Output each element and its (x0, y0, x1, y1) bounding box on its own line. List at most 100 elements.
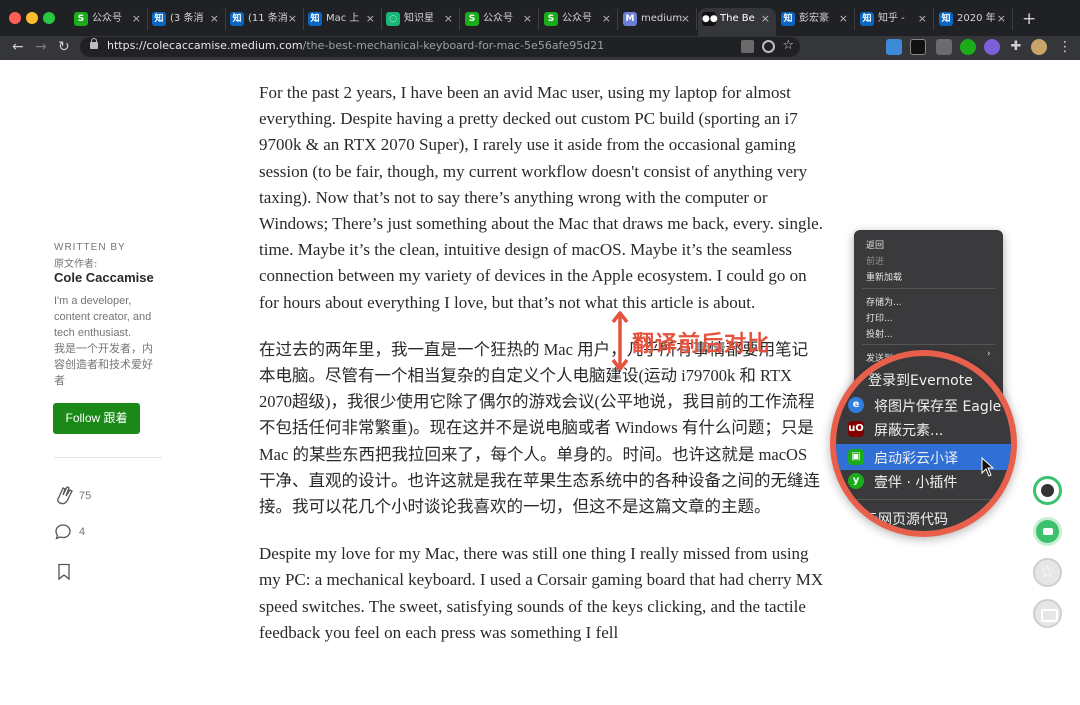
page-content: WRITTEN BY 原文作者: Cole Caccamise I'm a de… (0, 60, 1080, 705)
tab-favicon-icon: S (544, 12, 558, 26)
new-tab-button[interactable]: + (1022, 8, 1036, 30)
sidebar-divider (54, 457, 162, 458)
tab-close-icon[interactable]: × (602, 8, 611, 30)
comments-button[interactable]: 4 (54, 523, 85, 545)
bookmark-star-icon[interactable]: ☆ (782, 38, 794, 53)
tab-favicon-icon: ◌ (386, 12, 400, 26)
address-bar[interactable]: https://colecaccamise.medium.com/the-bes… (80, 37, 800, 57)
yiban-extension-icon[interactable] (960, 39, 976, 55)
tab-1[interactable]: S 公众号 × (70, 8, 148, 30)
star-float-button[interactable]: ☆ (1033, 558, 1062, 587)
lock-icon (90, 38, 98, 49)
menu-item-view-source[interactable]: 示网页源代码 (864, 509, 948, 529)
star-icon: ☆ (1039, 562, 1056, 582)
puzzle-extensions-icon[interactable]: ✚ (1008, 39, 1024, 55)
browser-toolbar: ← → ↻ https://colecaccamise.medium.com/t… (0, 36, 1080, 60)
download-extension-icon[interactable] (886, 39, 902, 55)
article-paragraph-en-2: Despite my love for my Mac, there was st… (259, 544, 824, 642)
tab-close-icon[interactable]: × (761, 8, 770, 30)
menu-item-cast[interactable]: 投射... (866, 327, 893, 340)
follow-button[interactable]: Follow 跟着 (53, 403, 140, 434)
tab-10[interactable]: 知彭宏豪 × (777, 8, 855, 30)
tab-9[interactable]: ●● The Be × (698, 8, 776, 36)
mouse-cursor-icon (981, 457, 995, 477)
tab-2[interactable]: 知 (3 条消 × (148, 8, 226, 30)
zoom-window-button[interactable] (43, 12, 55, 24)
comment-icon (55, 524, 71, 540)
article-paragraph-zh: 在过去的两年里，我一直是一个狂热的 Mac 用户，几乎所有事情都要用笔记本电脑。… (259, 339, 820, 517)
tab-favicon-icon: M (623, 12, 637, 26)
tab-label: 知乎 - (878, 13, 905, 24)
tab-5[interactable]: ◌ 知识星 × (382, 8, 460, 30)
menu-item-caiyun-translate[interactable]: 启动彩云小译 (874, 448, 958, 468)
tab-3[interactable]: 知 (11 条消 × (226, 8, 304, 30)
menu-item-reload[interactable]: 重新加载 (866, 270, 902, 283)
screen-float-button[interactable] (1033, 599, 1062, 628)
tab-label: 知识星 (404, 13, 434, 24)
tab-close-icon[interactable]: × (210, 8, 219, 30)
menu-item-save-as[interactable]: 存储为... (866, 295, 902, 308)
forward-arrow-icon[interactable]: → (35, 38, 47, 56)
article-body: For the past 2 years, I have been an avi… (259, 80, 824, 667)
reload-icon[interactable]: ↻ (58, 38, 70, 56)
magnifier-zoom: 登录到Evernote e 将图片保存至 Eagle uO 屏蔽元素... ▣ … (830, 350, 1017, 537)
menu-divider (836, 499, 1011, 500)
tab-label: 公众号 (562, 13, 592, 24)
url-text[interactable]: https://colecaccamise.medium.com/the-bes… (107, 39, 604, 52)
tab-11[interactable]: 知知乎 - × (856, 8, 934, 30)
close-window-button[interactable] (9, 12, 21, 24)
tab-label: 公众号 (92, 13, 122, 24)
menu-item-evernote[interactable]: 登录到Evernote (868, 370, 973, 390)
tab-favicon-icon: 知 (152, 12, 166, 26)
tab-label: The Be (720, 13, 755, 24)
glasses-extension-icon[interactable] (910, 39, 926, 55)
tab-close-icon[interactable]: × (366, 8, 375, 30)
back-arrow-icon[interactable]: ← (12, 38, 24, 56)
bookmark-icon (58, 563, 70, 581)
tab-close-icon[interactable]: × (523, 8, 532, 30)
menu-item-eagle[interactable]: 将图片保存至 Eagle (874, 396, 1001, 416)
extension-icon[interactable] (936, 39, 952, 55)
tab-close-icon[interactable]: × (918, 8, 927, 30)
tab-label: (3 条消 (170, 13, 204, 24)
tab-12[interactable]: 知 2020 年 × (935, 8, 1013, 30)
menu-item-block-element[interactable]: 屏蔽元素... (874, 420, 943, 440)
bookmark-button[interactable] (57, 563, 71, 585)
avatar-float-button[interactable] (1033, 476, 1062, 505)
color-extension-icon[interactable] (984, 39, 1000, 55)
tab-favicon-icon: 知 (230, 12, 244, 26)
minimize-window-button[interactable] (26, 12, 38, 24)
tab-label: medium (641, 13, 683, 24)
more-menu-icon[interactable]: ⋮ (1058, 38, 1072, 56)
clap-icon (57, 486, 73, 505)
translate-icon[interactable] (741, 40, 754, 53)
tab-close-icon[interactable]: × (444, 8, 453, 30)
tab-close-icon[interactable]: × (132, 8, 141, 30)
menu-item-yiban[interactable]: 壹伴 · 小插件 (874, 472, 957, 492)
tab-8[interactable]: Mmedium × (619, 8, 697, 30)
tab-close-icon[interactable]: × (681, 8, 690, 30)
clap-button[interactable]: 75 (54, 484, 91, 510)
menu-item-forward[interactable]: 前进 (866, 254, 884, 267)
tab-label: 2020 年 (957, 13, 996, 24)
tab-bar: S 公众号 × 知 (3 条消 × 知 (11 条消 × 知 Mac 上 × ◌ 知识星 × S 公众号 × S 公众… (0, 0, 1080, 36)
menu-item-back[interactable]: 返回 (866, 238, 884, 251)
tab-favicon-icon: ●● (702, 12, 718, 26)
chevron-right-icon: › (987, 349, 991, 359)
chat-float-button[interactable] (1033, 517, 1062, 546)
tab-label: (11 条消 (248, 13, 288, 24)
tab-close-icon[interactable]: × (839, 8, 848, 30)
double-arrow-icon (611, 311, 629, 371)
annotation-label: 翻译前后对比 (632, 332, 771, 357)
eagle-icon: e (848, 397, 864, 413)
tab-6[interactable]: S 公众号 × (461, 8, 539, 30)
tab-close-icon[interactable]: × (997, 8, 1006, 30)
zoom-icon[interactable] (762, 40, 775, 53)
author-name[interactable]: Cole Caccamise (54, 270, 154, 285)
tab-close-icon[interactable]: × (288, 8, 297, 30)
tab-favicon-icon: S (74, 12, 88, 26)
tab-4[interactable]: 知 Mac 上 × (304, 8, 382, 30)
profile-avatar-icon[interactable] (1031, 39, 1047, 55)
menu-item-print[interactable]: 打印... (866, 311, 893, 324)
tab-7[interactable]: S 公众号 × (540, 8, 618, 30)
